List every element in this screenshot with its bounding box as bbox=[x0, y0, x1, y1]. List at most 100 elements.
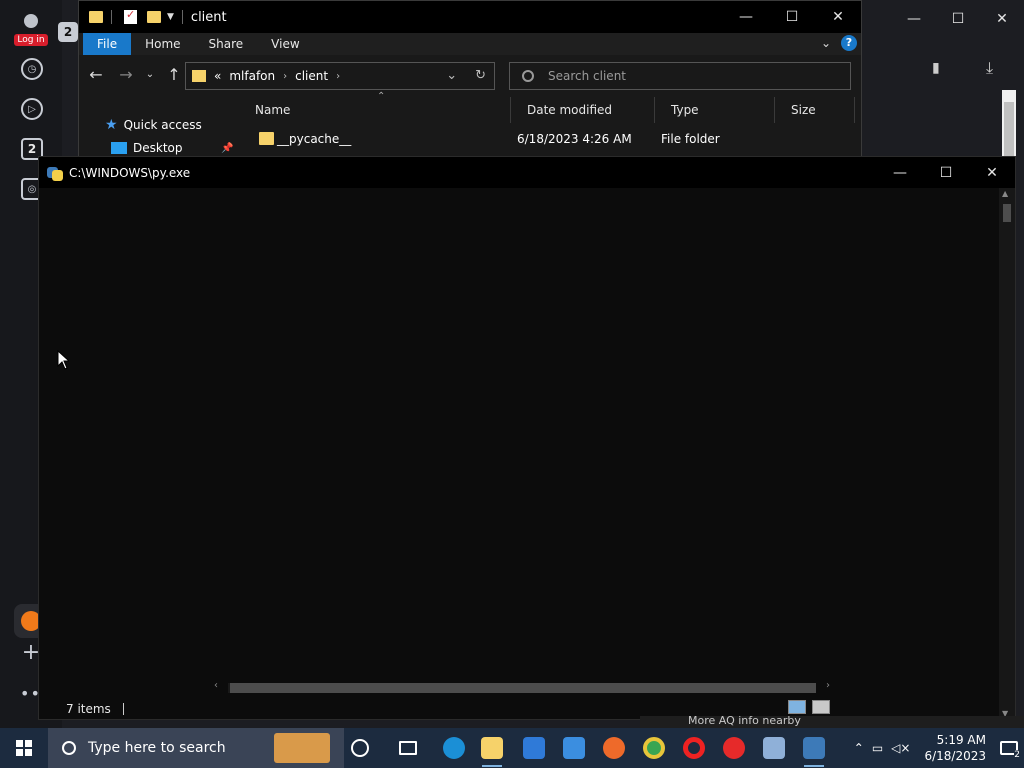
windows-icon bbox=[16, 740, 32, 756]
clock[interactable]: 5:19 AM 6/18/2023 bbox=[924, 732, 986, 764]
forward-arrow-icon[interactable]: → bbox=[113, 62, 139, 88]
address-dropdown-icon[interactable]: ⌄ bbox=[446, 68, 457, 83]
yandex-icon[interactable] bbox=[720, 734, 748, 762]
player-icon[interactable]: ▷ bbox=[21, 98, 43, 120]
bookmark-icon[interactable]: ▮ bbox=[932, 60, 940, 76]
navigation-pane: ★ Quick access Desktop 📌 bbox=[79, 97, 237, 161]
scroll-left-icon[interactable]: ‹ bbox=[214, 680, 218, 691]
firefox-icon[interactable] bbox=[600, 734, 628, 762]
file-type: File folder bbox=[661, 132, 720, 146]
clock-date: 6/18/2023 bbox=[924, 749, 986, 763]
details-view-icon[interactable] bbox=[788, 700, 806, 714]
network-app-icon[interactable] bbox=[760, 734, 788, 762]
search-icon bbox=[62, 741, 76, 755]
folder-icon bbox=[89, 11, 103, 23]
column-type[interactable]: Type bbox=[655, 97, 775, 123]
tab-file[interactable]: File bbox=[83, 33, 132, 55]
explorer-window-controls: — ☐ ✕ bbox=[723, 1, 861, 33]
tab-home[interactable]: Home bbox=[131, 33, 194, 55]
console-scrollbar[interactable]: ▲ ▼ bbox=[999, 188, 1015, 719]
scroll-right-icon[interactable]: › bbox=[826, 680, 830, 691]
volume-muted-icon[interactable]: ◁× bbox=[891, 741, 910, 755]
maximize-icon[interactable]: ☐ bbox=[936, 0, 980, 38]
help-icon[interactable]: ? bbox=[841, 35, 857, 51]
minimize-icon[interactable]: — bbox=[892, 0, 936, 38]
scroll-thumb[interactable] bbox=[1003, 204, 1011, 222]
column-size[interactable]: Size bbox=[775, 97, 855, 123]
system-tray: ⌃ ▭ ◁× 5:19 AM 6/18/2023 2 bbox=[850, 728, 1024, 768]
download-icon[interactable]: ⤓ bbox=[986, 58, 993, 78]
minimize-icon[interactable]: — bbox=[723, 1, 769, 33]
breadcrumb-client[interactable]: client bbox=[295, 69, 328, 83]
notification-center-button[interactable]: 2 bbox=[994, 728, 1024, 768]
close-icon[interactable]: ✕ bbox=[969, 157, 1015, 188]
aq-info-link[interactable]: More AQ info nearby bbox=[688, 714, 801, 727]
column-name[interactable]: Name bbox=[239, 97, 511, 123]
taskbar-search[interactable]: Type here to search bbox=[48, 728, 344, 768]
console-window: C:\WINDOWS\py.exe — ☐ ✕ ▲ ▼ bbox=[38, 156, 1016, 720]
search-highlight-image bbox=[274, 733, 330, 763]
login-button[interactable]: Log in bbox=[14, 34, 48, 46]
scroll-thumb[interactable] bbox=[230, 683, 816, 693]
minimize-icon[interactable]: — bbox=[877, 157, 923, 188]
maximize-icon[interactable]: ☐ bbox=[923, 157, 969, 188]
console-output[interactable] bbox=[39, 188, 1001, 719]
tab-share[interactable]: Share bbox=[195, 33, 258, 55]
taskbar: Type here to search ⌃ ▭ ◁× 5:19 AM 6/18/… bbox=[0, 728, 1024, 768]
mail-icon[interactable] bbox=[560, 734, 588, 762]
search-placeholder: Search client bbox=[548, 69, 626, 83]
start-button[interactable] bbox=[0, 728, 48, 768]
star-icon: ★ bbox=[105, 117, 118, 133]
recent-locations-icon[interactable]: ⌄ bbox=[143, 62, 157, 88]
breadcrumb-overflow[interactable]: « bbox=[214, 69, 221, 83]
navigation-bar: ← → ⌄ ↑ « mlfafon › client › ⌄ ↻ Search … bbox=[79, 57, 861, 93]
edge-icon[interactable] bbox=[440, 734, 468, 762]
file-explorer-window: ▼ client — ☐ ✕ File Home Share View ⌄ ? … bbox=[78, 0, 862, 160]
task-view-icon[interactable] bbox=[394, 734, 422, 762]
nav-quick-access[interactable]: ★ Quick access bbox=[105, 117, 202, 133]
chevron-right-icon[interactable]: › bbox=[283, 71, 287, 82]
file-row[interactable]: __pycache__ 6/18/2023 4:26 AM File folde… bbox=[239, 129, 859, 151]
chrome-icon[interactable] bbox=[640, 734, 668, 762]
network-icon[interactable]: ▭ bbox=[872, 741, 883, 755]
history-icon[interactable]: ◷ bbox=[21, 58, 43, 80]
new-folder-icon[interactable] bbox=[147, 11, 161, 23]
search-box[interactable]: Search client bbox=[509, 62, 851, 90]
python-icon bbox=[47, 165, 63, 181]
large-icons-view-icon[interactable] bbox=[812, 700, 830, 714]
folder-icon bbox=[192, 70, 206, 82]
maximize-icon[interactable]: ☐ bbox=[769, 1, 815, 33]
up-arrow-icon[interactable]: ↑ bbox=[161, 62, 187, 88]
view-toggle bbox=[788, 700, 830, 714]
close-icon[interactable]: ✕ bbox=[815, 1, 861, 33]
cortana-icon[interactable] bbox=[346, 734, 374, 762]
chevron-up-icon[interactable]: ⌃ bbox=[854, 741, 864, 755]
store-icon[interactable] bbox=[520, 734, 548, 762]
refresh-icon[interactable]: ↻ bbox=[475, 68, 486, 83]
search-icon bbox=[522, 70, 534, 82]
explorer-title: client bbox=[190, 9, 227, 25]
python-icon[interactable] bbox=[800, 734, 828, 767]
explorer-title-bar[interactable]: ▼ client — ☐ ✕ bbox=[79, 1, 861, 33]
scroll-up-icon[interactable]: ▲ bbox=[1002, 189, 1008, 198]
expand-ribbon-icon[interactable]: ⌄ bbox=[821, 36, 831, 50]
close-icon[interactable]: ✕ bbox=[980, 0, 1024, 38]
properties-icon[interactable] bbox=[124, 8, 137, 24]
file-explorer-icon[interactable] bbox=[478, 734, 506, 767]
nav-desktop[interactable]: Desktop bbox=[111, 141, 183, 155]
opera-icon[interactable] bbox=[680, 734, 708, 762]
console-title-bar[interactable]: C:\WINDOWS\py.exe — ☐ ✕ bbox=[39, 157, 1015, 188]
folder-icon bbox=[259, 132, 274, 145]
console-title: C:\WINDOWS\py.exe bbox=[69, 165, 191, 180]
horizontal-scrollbar[interactable]: ‹ › bbox=[210, 680, 834, 696]
column-date-modified[interactable]: Date modified bbox=[511, 97, 655, 123]
address-bar[interactable]: « mlfafon › client › ⌄ ↻ bbox=[185, 62, 495, 90]
tab-count-badge[interactable]: 2 bbox=[58, 22, 78, 42]
quick-access-dropdown-icon[interactable]: ▼ bbox=[167, 12, 174, 22]
tab-view[interactable]: View bbox=[257, 33, 313, 55]
browser-window-controls: — ☐ ✕ bbox=[854, 0, 1024, 38]
back-arrow-icon[interactable]: ← bbox=[83, 62, 109, 88]
desktop-icon bbox=[111, 142, 127, 154]
chevron-right-icon[interactable]: › bbox=[336, 71, 340, 82]
breadcrumb-mlfafon[interactable]: mlfafon bbox=[229, 69, 275, 83]
